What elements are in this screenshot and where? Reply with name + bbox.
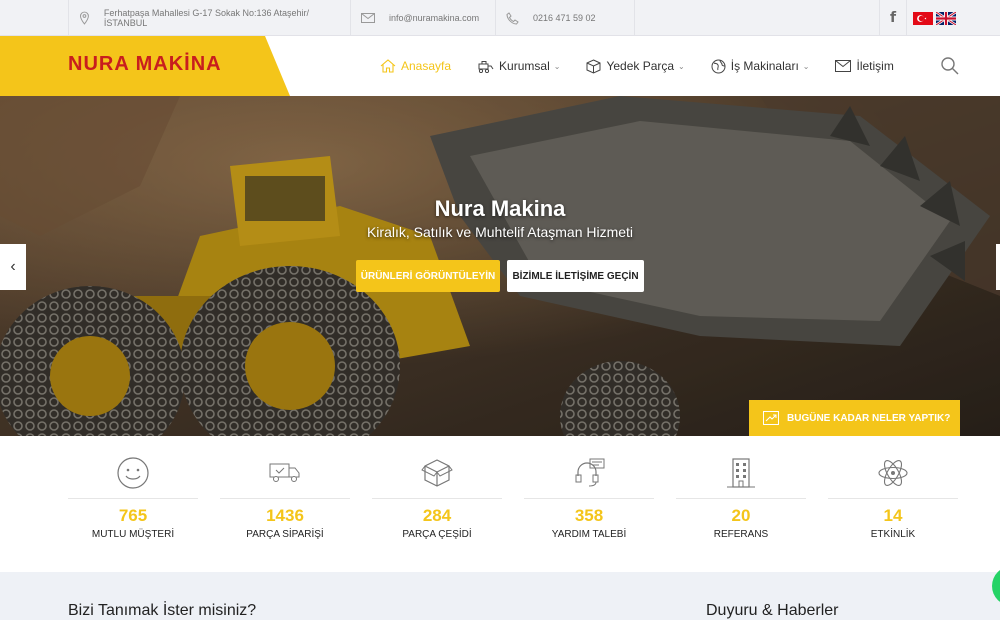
machine-icon bbox=[478, 60, 494, 73]
stat-events: 14 ETKİNLİK bbox=[828, 436, 958, 572]
envelope-icon bbox=[361, 13, 375, 23]
nav-item-iletisim[interactable]: İletişim bbox=[835, 36, 894, 96]
nav-label: Anasayfa bbox=[401, 59, 452, 73]
hero-slider: ‹ Nura Makina Kiralık, Satılık ve Muhtel… bbox=[0, 96, 1000, 436]
news-heading: Duyuru & Haberler bbox=[706, 602, 839, 619]
nav-item-yedek-parca[interactable]: Yedek Parça ⌄ bbox=[586, 36, 685, 96]
home-icon bbox=[380, 59, 396, 73]
uk-flag-icon[interactable] bbox=[936, 11, 956, 25]
search-icon[interactable] bbox=[940, 56, 960, 76]
main-header: NURA MAKİNA Anasayfa Kurumsal ⌄ Yedek Pa… bbox=[0, 36, 1000, 96]
stats-section: 765 MUTLU MÜŞTERİ 1436 PARÇA SİPARİŞİ 28… bbox=[0, 436, 1000, 572]
chevron-left-icon: ‹ bbox=[10, 258, 16, 275]
nav-label: Yedek Parça bbox=[606, 59, 675, 73]
chevron-down-icon: ⌄ bbox=[678, 61, 685, 71]
stat-support-requests: 358 YARDIM TALEBİ bbox=[524, 436, 654, 572]
content-section: Bizi Tanımak İster misiniz? Duyuru & Hab… bbox=[0, 572, 1000, 620]
stat-label: PARÇA SİPARİŞİ bbox=[246, 529, 324, 540]
phone-text[interactable]: 0216 471 59 02 bbox=[533, 13, 596, 23]
stat-part-types: 284 PARÇA ÇEŞİDİ bbox=[372, 436, 502, 572]
stat-label: MUTLU MÜŞTERİ bbox=[91, 529, 175, 540]
hero-subtitle: Kiralık, Satılık ve Muhtelif Ataşman Hiz… bbox=[366, 224, 634, 240]
view-products-button[interactable]: ÜRÜNLERİ GÖRÜNTÜLEYİN bbox=[356, 260, 500, 292]
slider-next-button[interactable] bbox=[996, 244, 1000, 290]
slider-prev-button[interactable]: ‹ bbox=[0, 244, 26, 290]
nav-item-anasayfa[interactable]: Anasayfa bbox=[380, 36, 451, 96]
address-info: Ferhatpaşa Mahallesi G-17 Sokak No:136 A… bbox=[68, 0, 350, 36]
achievements-badge[interactable]: BUGÜNE KADAR NELER YAPTIK? bbox=[749, 400, 960, 436]
globe-icon bbox=[711, 59, 726, 73]
stat-happy-customers: 765 MUTLU MÜŞTERİ bbox=[68, 436, 198, 572]
box-icon bbox=[586, 58, 601, 74]
language-switcher bbox=[913, 11, 956, 25]
chevron-down-icon: ⌄ bbox=[802, 61, 810, 71]
stat-value: 284 bbox=[422, 506, 452, 525]
stat-value: 1436 bbox=[266, 506, 304, 525]
hero-title: Nura Makina bbox=[434, 196, 566, 221]
stat-label: PARÇA ÇEŞİDİ bbox=[402, 529, 472, 540]
social-and-language: f bbox=[879, 0, 956, 36]
nav-label: İş Makinaları bbox=[730, 59, 799, 73]
about-heading: Bizi Tanımak İster misiniz? bbox=[68, 602, 257, 619]
stat-value: 14 bbox=[883, 506, 903, 525]
atom-icon bbox=[878, 460, 908, 486]
stat-label: ETKİNLİK bbox=[870, 529, 916, 540]
nav-label: Kurumsal bbox=[499, 59, 550, 73]
trend-chart-icon bbox=[763, 411, 779, 425]
email-info[interactable]: info@nuramakina.com bbox=[350, 0, 495, 36]
mail-icon bbox=[835, 60, 852, 72]
truck-icon bbox=[269, 463, 300, 482]
address-text: Ferhatpaşa Mahallesi G-17 Sokak No:136 A… bbox=[103, 8, 310, 28]
facebook-icon[interactable]: f bbox=[879, 0, 907, 36]
main-nav: Anasayfa Kurumsal ⌄ Yedek Parça ⌄ İş Mak… bbox=[380, 36, 920, 96]
headset-icon bbox=[575, 458, 605, 487]
stat-value: 358 bbox=[574, 506, 604, 525]
building-icon bbox=[727, 458, 755, 488]
badge-label: BUGÜNE KADAR NELER YAPTIK? bbox=[787, 412, 951, 424]
stat-label: REFERANS bbox=[713, 529, 769, 540]
stat-label: YARDIM TALEBİ bbox=[551, 529, 627, 540]
contact-us-button[interactable]: BİZİMLE İLETİŞİME GEÇİN bbox=[507, 260, 644, 292]
phone-icon bbox=[506, 11, 519, 25]
phone-info[interactable]: 0216 471 59 02 bbox=[495, 0, 635, 36]
stat-part-orders: 1436 PARÇA SİPARİŞİ bbox=[220, 436, 350, 572]
nav-label: İletişim bbox=[856, 59, 894, 73]
stat-value: 20 bbox=[731, 506, 751, 525]
smile-icon bbox=[117, 457, 149, 489]
stat-value: 765 bbox=[118, 506, 148, 525]
chevron-down-icon: ⌄ bbox=[553, 61, 561, 71]
email-text[interactable]: info@nuramakina.com bbox=[389, 13, 479, 23]
hero-background-image bbox=[0, 96, 1000, 436]
nav-item-is-makinalari[interactable]: İş Makinaları ⌄ bbox=[711, 36, 810, 96]
turkish-flag-icon[interactable] bbox=[913, 11, 933, 25]
nav-item-kurumsal[interactable]: Kurumsal ⌄ bbox=[477, 36, 560, 96]
location-pin-icon bbox=[79, 11, 89, 25]
package-icon bbox=[421, 459, 453, 487]
site-logo[interactable]: NURA MAKİNA bbox=[68, 53, 222, 76]
top-info-bar: Ferhatpaşa Mahallesi G-17 Sokak No:136 A… bbox=[0, 0, 1000, 36]
stat-references: 20 REFERANS bbox=[676, 436, 806, 572]
